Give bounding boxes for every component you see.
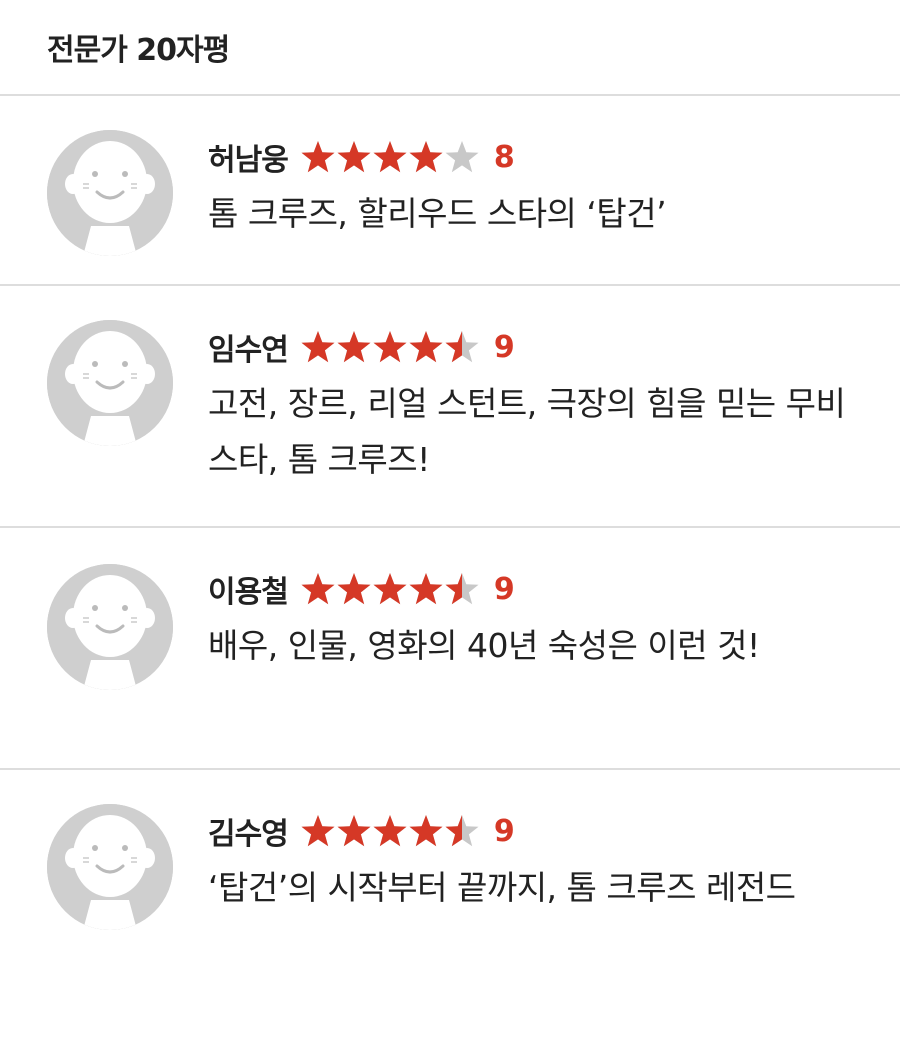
star-filled-icon xyxy=(409,331,443,363)
review-header: 이용철 9 xyxy=(208,567,860,611)
star-half-icon xyxy=(445,331,479,363)
avatar xyxy=(47,564,173,690)
star-filled-icon xyxy=(409,141,443,173)
reviewer-name[interactable]: 이용철 xyxy=(208,567,289,611)
star-rating xyxy=(300,814,480,848)
avatar xyxy=(47,130,173,256)
star-filled-icon xyxy=(373,573,407,605)
rating-score: 9 xyxy=(493,329,515,365)
section-header: 전문가 20자평 xyxy=(0,0,900,96)
default-profile-icon xyxy=(47,804,173,930)
star-empty-icon xyxy=(445,141,479,173)
review-item[interactable]: 허남웅 8 톰 크루즈, 할리우드 스타의 ‘탑건’ xyxy=(0,96,900,286)
default-profile-icon xyxy=(47,564,173,690)
section-title: 전문가 20자평 xyxy=(47,33,230,68)
star-filled-icon xyxy=(337,331,371,363)
star-filled-icon xyxy=(373,815,407,847)
star-filled-icon xyxy=(337,815,371,847)
star-half-icon xyxy=(445,573,479,605)
review-item[interactable]: 임수연 9 고전, 장르, 리얼 스턴트, 극장의 힘을 믿는 무비스타, 톰 … xyxy=(0,286,900,528)
star-filled-icon xyxy=(301,573,335,605)
star-filled-icon xyxy=(373,141,407,173)
review-content: 허남웅 8 톰 크루즈, 할리우드 스타의 ‘탑건’ xyxy=(208,136,860,242)
review-comment: 배우, 인물, 영화의 40년 숙성은 이런 것! xyxy=(208,626,760,665)
review-comment: 톰 크루즈, 할리우드 스타의 ‘탑건’ xyxy=(208,194,667,233)
star-filled-icon xyxy=(301,141,335,173)
review-comment: ‘탑건’의 시작부터 끝까지, 톰 크루즈 레전드 xyxy=(208,868,796,907)
review-header: 임수연 9 xyxy=(208,325,860,369)
star-filled-icon xyxy=(409,815,443,847)
review-content: 이용철 9 배우, 인물, 영화의 40년 숙성은 이런 것! xyxy=(208,568,860,674)
star-filled-icon xyxy=(373,331,407,363)
star-half-icon xyxy=(445,815,479,847)
star-filled-icon xyxy=(409,573,443,605)
star-filled-icon xyxy=(301,331,335,363)
rating-score: 8 xyxy=(493,139,515,175)
avatar xyxy=(47,320,173,446)
review-item[interactable]: 이용철 9 배우, 인물, 영화의 40년 숙성은 이런 것! xyxy=(0,528,900,770)
default-profile-icon xyxy=(47,320,173,446)
star-rating xyxy=(300,572,480,606)
review-content: 임수연 9 고전, 장르, 리얼 스턴트, 극장의 힘을 믿는 무비스타, 톰 … xyxy=(208,326,860,488)
review-item[interactable]: 김수영 9 ‘탑건’의 시작부터 끝까지, 톰 크루즈 레전드 xyxy=(0,770,900,1058)
star-filled-icon xyxy=(337,573,371,605)
avatar xyxy=(47,804,173,930)
reviewer-name[interactable]: 허남웅 xyxy=(208,135,289,179)
star-rating xyxy=(300,330,480,364)
review-content: 김수영 9 ‘탑건’의 시작부터 끝까지, 톰 크루즈 레전드 xyxy=(208,810,860,916)
star-filled-icon xyxy=(337,141,371,173)
star-rating xyxy=(300,140,480,174)
rating-score: 9 xyxy=(493,571,515,607)
review-header: 김수영 9 xyxy=(208,809,860,853)
rating-score: 9 xyxy=(493,813,515,849)
star-filled-icon xyxy=(301,815,335,847)
reviewer-name[interactable]: 김수영 xyxy=(208,809,289,853)
review-comment: 고전, 장르, 리얼 스턴트, 극장의 힘을 믿는 무비스타, 톰 크루즈! xyxy=(208,384,846,479)
review-header: 허남웅 8 xyxy=(208,135,860,179)
reviewer-name[interactable]: 임수연 xyxy=(208,325,289,369)
default-profile-icon xyxy=(47,130,173,256)
